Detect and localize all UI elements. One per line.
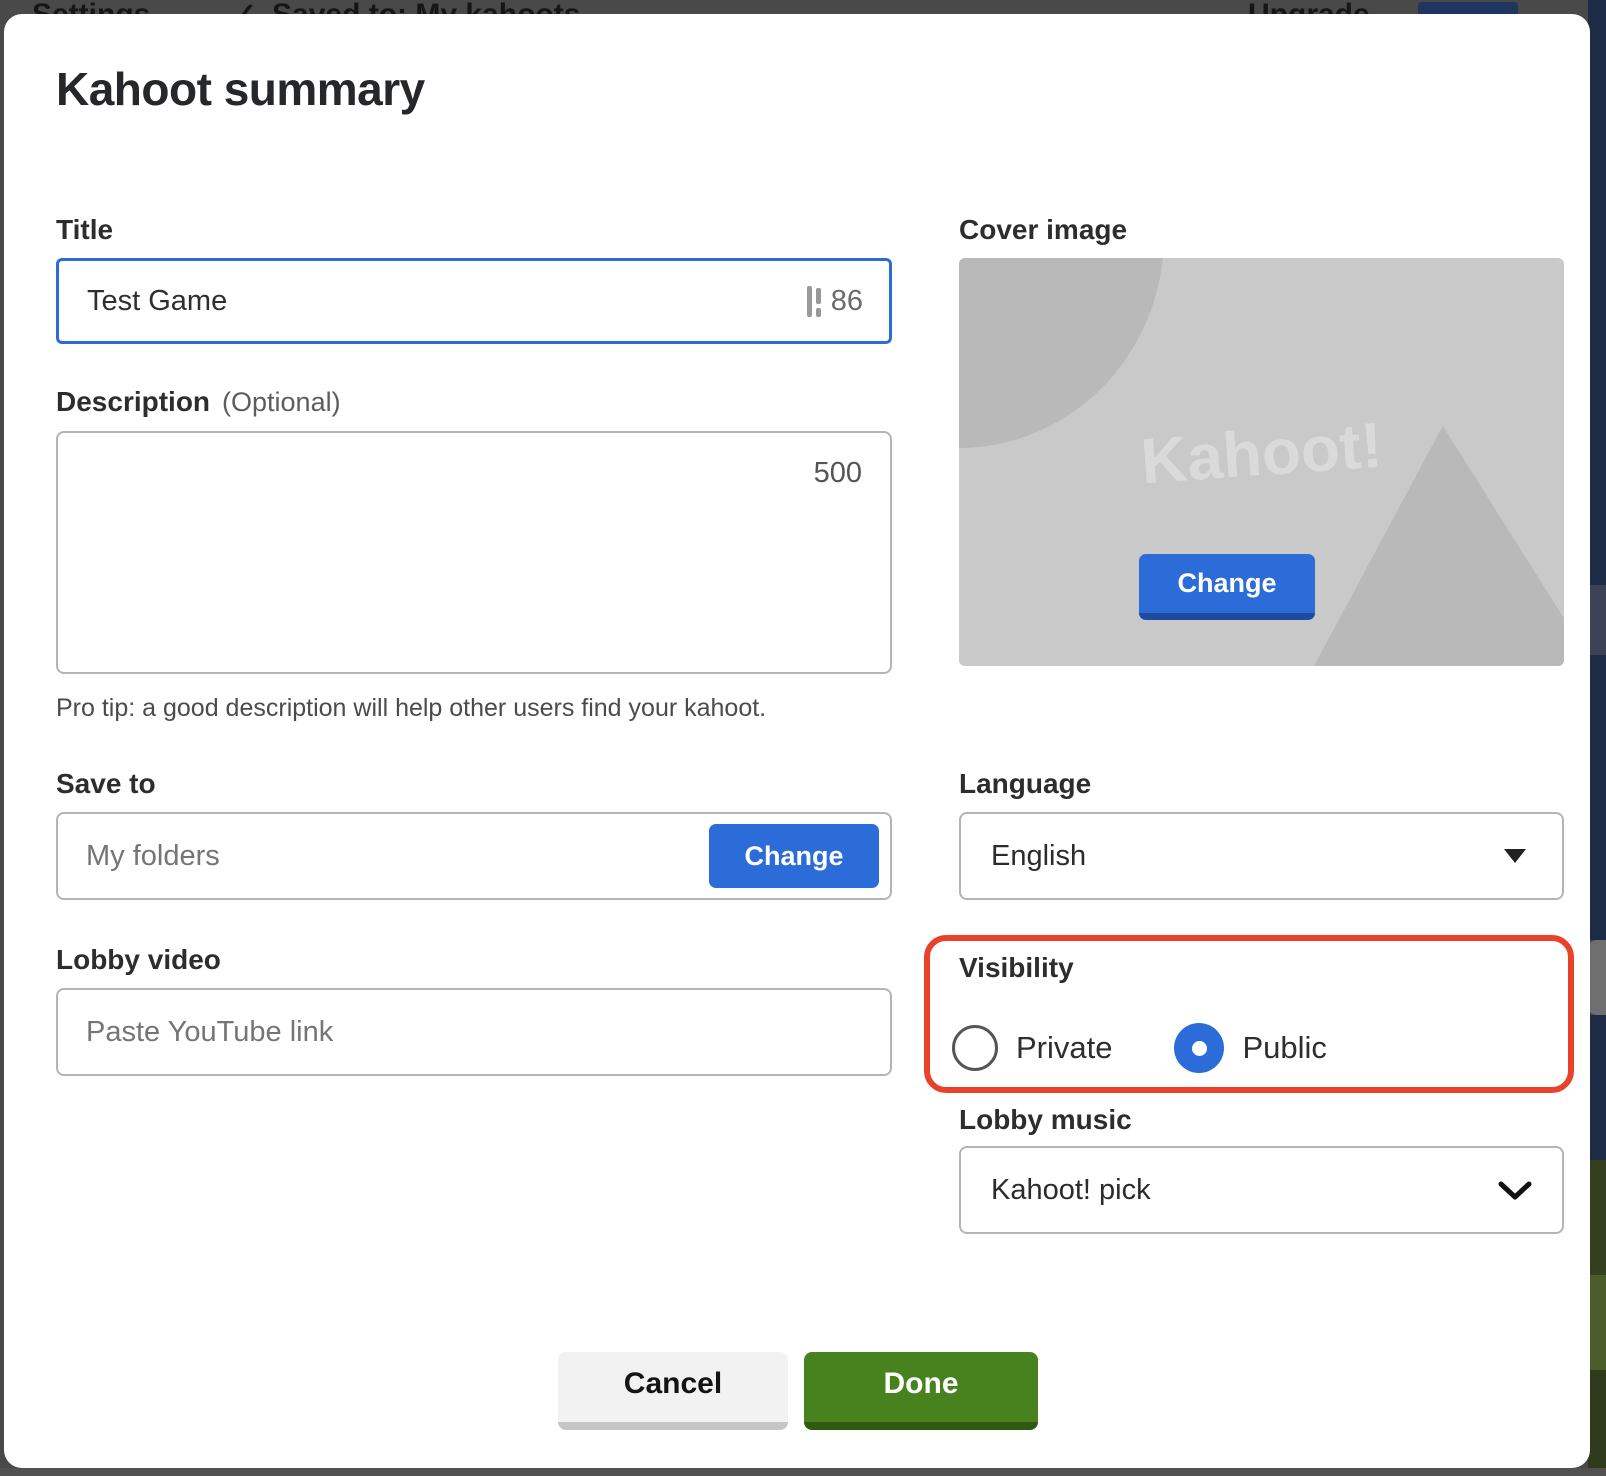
background-block xyxy=(1588,1370,1606,1476)
visibility-label: Visibility xyxy=(959,952,1074,984)
lobby-video-label: Lobby video xyxy=(56,944,221,976)
title-input[interactable] xyxy=(59,261,807,341)
lobby-music-label: Lobby music xyxy=(959,1104,1132,1136)
lobby-video-input[interactable] xyxy=(58,990,890,1074)
caret-down-icon xyxy=(1504,849,1526,863)
dialog-title: Kahoot summary xyxy=(56,62,425,116)
visibility-radio-group: Private Public xyxy=(952,1024,1327,1072)
background-saved-status: Saved to: My kahoots xyxy=(272,0,580,14)
title-char-counter: 86 xyxy=(807,285,889,318)
background-settings-tab: Settings xyxy=(32,0,150,14)
radio-dot xyxy=(1192,1041,1207,1056)
title-field: 86 xyxy=(56,258,892,344)
cover-image-placeholder: Kahoot! Change xyxy=(959,258,1564,666)
lobby-video-field xyxy=(56,988,892,1076)
lobby-music-select[interactable]: Kahoot! pick xyxy=(959,1146,1564,1234)
visibility-public-option[interactable]: Public xyxy=(1174,1023,1326,1073)
background-block xyxy=(1588,1015,1606,1160)
save-to-label: Save to xyxy=(56,768,156,800)
kahoot-summary-dialog: Kahoot summary Title 86 Description (Opti… xyxy=(4,14,1590,1468)
title-label: Title xyxy=(56,214,113,246)
save-to-field: My folders Change xyxy=(56,812,892,900)
save-to-value: My folders xyxy=(58,840,709,873)
description-textarea[interactable] xyxy=(58,433,890,672)
description-optional-label: (Optional) xyxy=(222,387,341,417)
description-label-text: Description xyxy=(56,386,210,417)
done-button[interactable]: Done xyxy=(804,1352,1038,1430)
description-field: 500 xyxy=(56,431,892,674)
description-label: Description (Optional) xyxy=(56,386,341,418)
background-top-bar: Settings ✓ Saved to: My kahoots Upgrade xyxy=(0,0,1606,14)
cover-decor-circle xyxy=(959,258,1164,448)
char-count-icon xyxy=(807,286,821,317)
cover-image-change-button[interactable]: Change xyxy=(1139,554,1315,620)
background-block xyxy=(1588,655,1606,940)
cancel-button[interactable]: Cancel xyxy=(558,1352,788,1430)
language-select[interactable]: English xyxy=(959,812,1564,900)
cover-image-label: Cover image xyxy=(959,214,1127,246)
visibility-private-label: Private xyxy=(1016,1030,1112,1066)
background-block xyxy=(1588,0,1606,585)
background-block xyxy=(1588,585,1606,655)
lobby-music-value: Kahoot! pick xyxy=(961,1174,1498,1207)
background-block xyxy=(1588,1160,1606,1275)
radio-private-icon[interactable] xyxy=(952,1025,998,1071)
background-topbar-button xyxy=(1418,2,1518,14)
background-upgrade-button: Upgrade xyxy=(1248,0,1370,14)
visibility-private-option[interactable]: Private xyxy=(952,1025,1112,1071)
background-scroll-thumb xyxy=(1588,940,1606,1015)
language-label: Language xyxy=(959,768,1091,800)
background-bottom-edge xyxy=(0,1468,1606,1476)
save-to-change-button[interactable]: Change xyxy=(709,824,879,888)
title-chars-remaining: 86 xyxy=(831,285,863,318)
visibility-public-label: Public xyxy=(1242,1030,1326,1066)
radio-public-icon-selected[interactable] xyxy=(1174,1023,1224,1073)
check-icon: ✓ xyxy=(232,0,257,14)
description-pro-tip: Pro tip: a good description will help ot… xyxy=(56,694,766,723)
language-value: English xyxy=(961,840,1504,873)
background-page-edge xyxy=(1588,0,1606,1476)
chevron-down-icon xyxy=(1498,1181,1532,1200)
background-block xyxy=(1588,1275,1606,1370)
description-chars-remaining: 500 xyxy=(814,457,862,490)
